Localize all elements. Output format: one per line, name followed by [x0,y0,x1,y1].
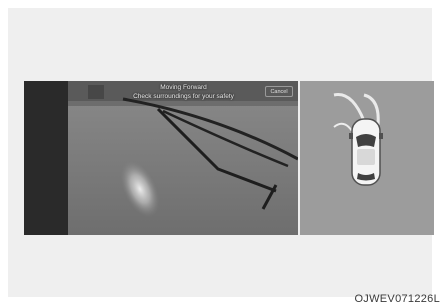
left-bezel [24,81,68,235]
surround-top-view [300,81,434,235]
wall-fixture [88,85,104,99]
top-view-scene [333,93,383,186]
sensor-arc-side-icon [333,122,353,132]
car-top-view-icon [349,118,383,186]
message-subtitle: Check surroundings for your safety [133,92,234,100]
wall-base [68,101,298,106]
cancel-button[interactable]: Cancel [265,86,293,97]
camera-message: Moving Forward Check surroundings for yo… [116,84,251,101]
front-camera-view: Moving Forward Check surroundings for yo… [68,81,298,235]
message-title: Moving Forward [160,84,207,91]
figure-code: OJWEV071226L [354,293,440,305]
sensor-arc-left-icon [333,93,366,122]
camera-scene [68,81,298,235]
parking-display: Moving Forward Check surroundings for yo… [24,81,434,235]
